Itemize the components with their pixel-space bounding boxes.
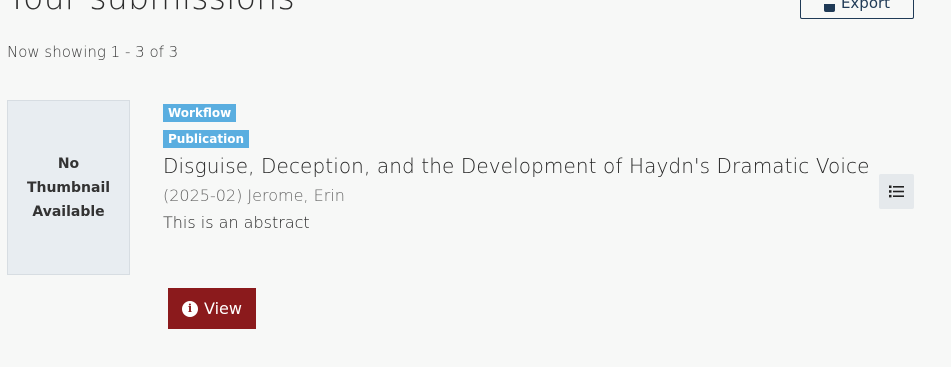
- item-actions-menu-button[interactable]: [879, 174, 914, 209]
- workflow-badge: Workflow: [163, 104, 237, 122]
- thumbnail-placeholder: No Thumbnail Available: [7, 100, 130, 275]
- item-date-author: (2025-02) Jerome, Erin: [163, 186, 345, 205]
- item-abstract: This is an abstract: [163, 213, 310, 232]
- page-title: Your submissions: [7, 0, 295, 18]
- export-icon: [823, 4, 835, 12]
- export-button[interactable]: Export: [800, 0, 914, 19]
- list-icon: [889, 185, 904, 198]
- info-icon: i: [182, 300, 199, 317]
- thumbnail-text: No Thumbnail Available: [26, 155, 111, 220]
- export-label: Export: [840, 0, 891, 12]
- item-title-link[interactable]: Disguise, Deception, and the Development…: [163, 154, 870, 178]
- view-button[interactable]: i View: [168, 288, 256, 329]
- view-label: View: [204, 299, 242, 318]
- publication-badge: Publication: [163, 130, 250, 148]
- results-count: Now showing 1 - 3 of 3: [7, 43, 179, 61]
- submissions-page: Your submissions Export Now showing 1 - …: [0, 0, 951, 367]
